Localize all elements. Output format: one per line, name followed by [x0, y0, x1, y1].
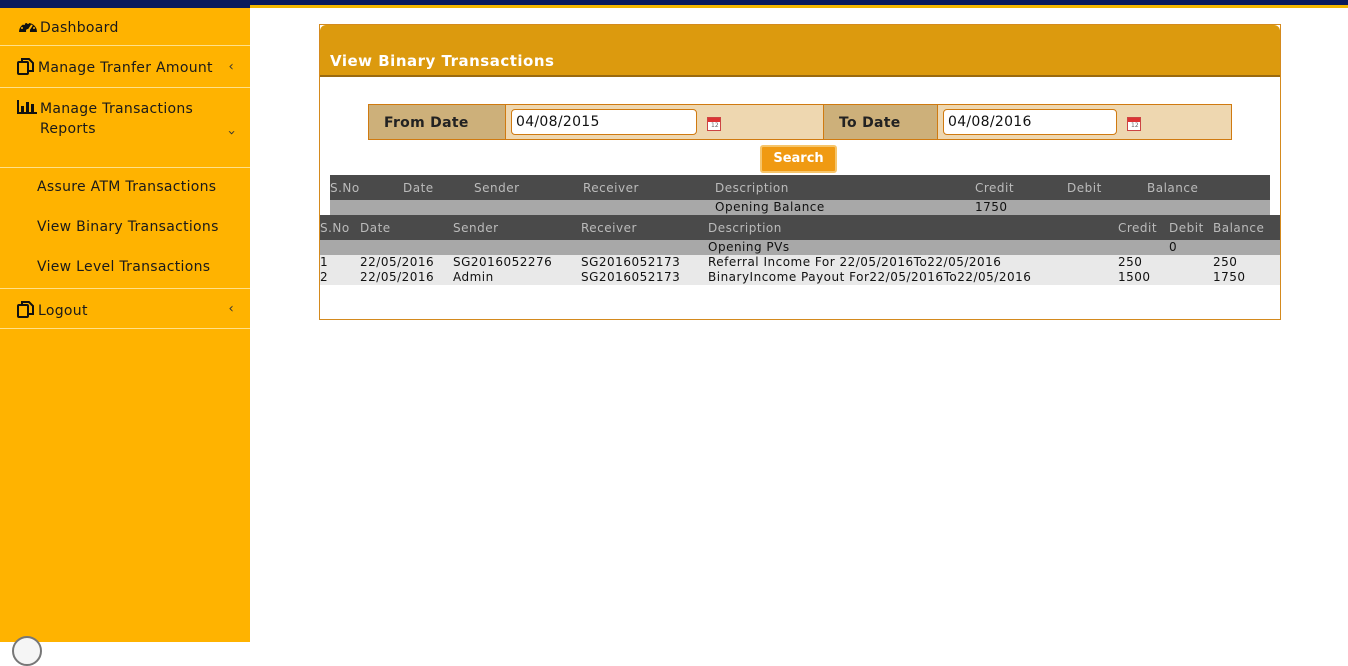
col-description: Description: [708, 221, 782, 235]
col-receiver: Receiver: [581, 221, 637, 235]
table-row: 1 22/05/2016 SG2016052276 SG2016052173 R…: [320, 255, 1280, 270]
to-date-label: To Date: [824, 105, 937, 139]
sidebar-subitem-binary[interactable]: View Binary Transactions: [0, 208, 250, 248]
cell-credit: 1500: [1118, 270, 1151, 284]
col-date: Date: [403, 181, 434, 195]
from-date-input[interactable]: [511, 109, 697, 135]
sidebar-subitem-level[interactable]: View Level Transactions: [0, 248, 250, 288]
sidebar-item-reports[interactable]: Manage Transactions Reports ‹: [0, 88, 250, 168]
sidebar-label-transfer: Manage Tranfer Amount: [38, 60, 213, 76]
col-debit: Debit: [1169, 221, 1204, 235]
col-credit: Credit: [975, 181, 1015, 195]
col-sender: Sender: [474, 181, 520, 195]
col-sno: S.No: [320, 221, 350, 235]
col-debit: Debit: [1067, 181, 1102, 195]
cell-date: 22/05/2016: [360, 255, 435, 269]
sidebar-item-dashboard[interactable]: Dashboard: [0, 8, 250, 46]
speedometer-icon: [18, 18, 38, 38]
opening-pvs-label: Opening PVs: [708, 240, 790, 254]
top-accent-line: [250, 5, 1348, 8]
col-date: Date: [360, 221, 391, 235]
sidebar-label-logout: Logout: [38, 303, 88, 319]
search-button[interactable]: Search: [760, 145, 837, 173]
top-bar: [0, 0, 1348, 8]
sidebar-label-reports: Manage Transactions Reports: [40, 101, 194, 137]
cell-sno: 2: [320, 270, 329, 284]
opening-balance-label: Opening Balance: [715, 200, 825, 214]
cell-credit: 250: [1118, 255, 1143, 269]
panel-header: View Binary Transactions: [320, 25, 1280, 77]
cell-date: 22/05/2016: [360, 270, 435, 284]
chevron-left-icon: ‹: [228, 59, 234, 74]
col-receiver: Receiver: [583, 181, 639, 195]
divider: [505, 105, 506, 139]
balance-table: S.No Date Sender Receiver Description Cr…: [330, 175, 1270, 215]
col-sno: S.No: [330, 181, 360, 195]
avatar[interactable]: [12, 636, 42, 666]
col-balance: Balance: [1147, 181, 1199, 195]
sidebar-subitem-atm[interactable]: Assure ATM Transactions: [0, 168, 250, 208]
calendar-icon[interactable]: 12: [707, 117, 721, 131]
divider: [937, 105, 938, 139]
copy-icon: [16, 57, 36, 79]
cell-balance: 1750: [1213, 270, 1246, 284]
col-sender: Sender: [453, 221, 499, 235]
cell-receiver: SG2016052173: [581, 270, 681, 284]
col-description: Description: [715, 181, 789, 195]
sidebar-item-transfer[interactable]: Manage Tranfer Amount ‹: [0, 46, 250, 88]
chevron-left-icon: ‹: [228, 301, 234, 316]
col-credit: Credit: [1118, 221, 1158, 235]
cell-sender: SG2016052276: [453, 255, 553, 269]
col-balance: Balance: [1213, 221, 1265, 235]
pv-table: S.No Date Sender Receiver Description Cr…: [320, 215, 1280, 285]
cell-description: BinaryIncome Payout For22/05/2016To22/05…: [708, 270, 1032, 284]
cell-balance: 250: [1213, 255, 1238, 269]
cell-receiver: SG2016052173: [581, 255, 681, 269]
sidebar-label-dashboard: Dashboard: [40, 20, 119, 36]
chevron-down-icon: ‹: [223, 129, 239, 136]
cell-description: Referral Income For 22/05/2016To22/05/20…: [708, 255, 1002, 269]
cell-sender: Admin: [453, 270, 494, 284]
table-header: S.No Date Sender Receiver Description Cr…: [330, 175, 1270, 200]
copy-icon: [16, 300, 36, 322]
table-row: 2 22/05/2016 Admin SG2016052173 BinaryIn…: [320, 270, 1280, 285]
date-filter: From Date 12 To Date 12: [368, 104, 1232, 140]
sidebar-item-logout[interactable]: Logout ‹: [0, 288, 250, 329]
table-row: Opening PVs 0: [320, 240, 1280, 255]
sidebar: Dashboard Manage Tranfer Amount ‹ Manage…: [0, 8, 250, 666]
opening-pvs-debit: 0: [1169, 240, 1178, 254]
table-row: Opening Balance 1750: [330, 200, 1270, 215]
table-header: S.No Date Sender Receiver Description Cr…: [320, 215, 1280, 240]
opening-balance-credit: 1750: [975, 200, 1008, 214]
binary-transactions-panel: View Binary Transactions From Date 12 To…: [319, 24, 1281, 320]
bar-chart-icon: [16, 99, 38, 119]
page-title: View Binary Transactions: [330, 52, 555, 70]
calendar-icon[interactable]: 12: [1127, 117, 1141, 131]
to-date-input[interactable]: [943, 109, 1117, 135]
cell-sno: 1: [320, 255, 329, 269]
from-date-label: From Date: [369, 105, 505, 139]
